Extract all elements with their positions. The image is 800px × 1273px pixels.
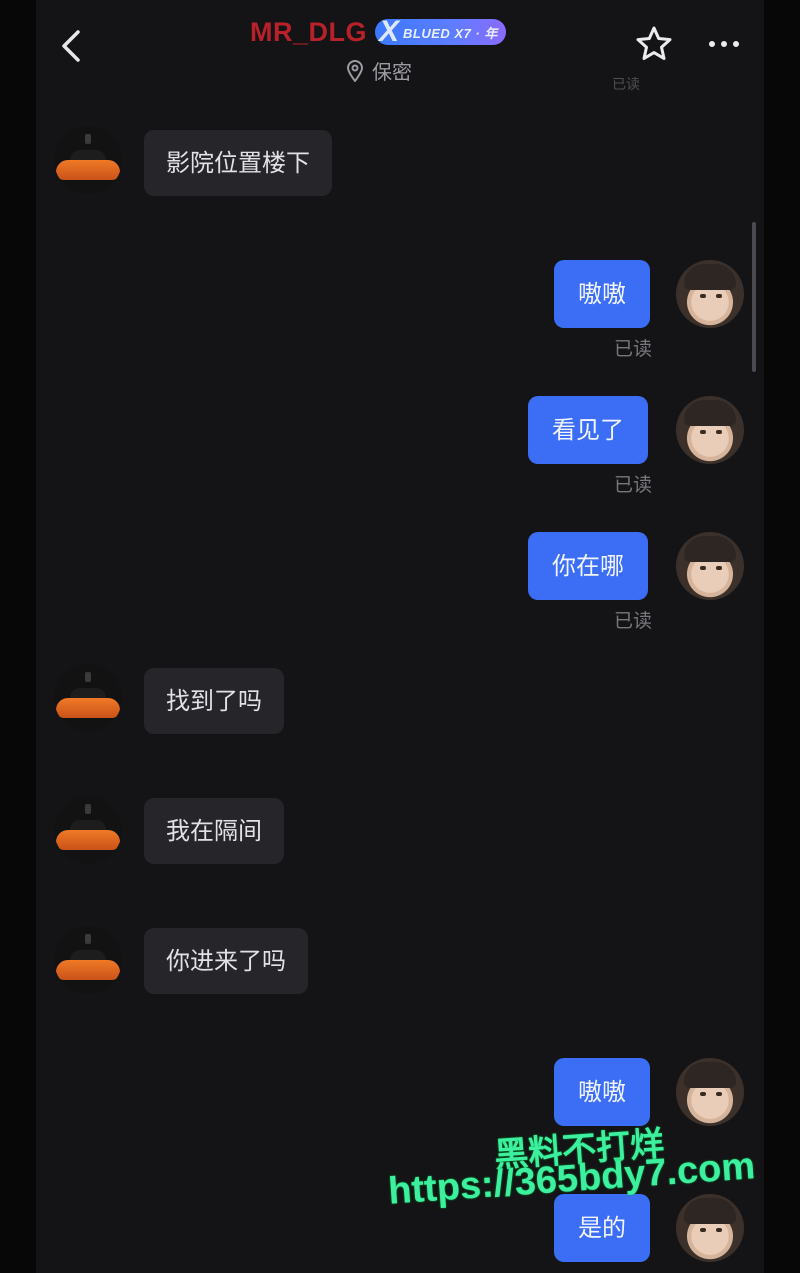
my-avatar[interactable] — [676, 532, 744, 600]
outgoing-message[interactable]: 嗷嗷 — [554, 1058, 650, 1126]
vip-x-mark: X — [379, 15, 400, 48]
my-avatar[interactable] — [676, 1194, 744, 1262]
star-icon[interactable] — [634, 24, 674, 64]
read-status: 已读 — [614, 610, 653, 632]
faded-read-status: 已读 — [612, 77, 640, 93]
more-dots-icon[interactable] — [706, 32, 742, 56]
my-avatar[interactable] — [676, 260, 744, 328]
incoming-message[interactable]: 我在隔间 — [144, 798, 284, 864]
incoming-message[interactable]: 影院位置楼下 — [144, 130, 332, 196]
chat-title[interactable]: MR_DLG X BLUED X7 · 年 — [250, 14, 506, 50]
outgoing-message[interactable]: 看见了 — [528, 396, 648, 464]
scrollbar[interactable] — [752, 222, 756, 372]
location-pin-icon — [346, 59, 364, 82]
read-status: 已读 — [614, 338, 653, 360]
location-row: 保密 — [346, 56, 412, 85]
username: MR_DLG — [250, 16, 367, 47]
contact-avatar[interactable] — [54, 926, 122, 994]
my-avatar[interactable] — [676, 1058, 744, 1126]
vip-badge-label: BLUED X7 · 年 — [403, 25, 498, 41]
outgoing-message[interactable]: 你在哪 — [528, 532, 648, 600]
vip-badge: X BLUED X7 · 年 — [375, 15, 506, 48]
my-avatar[interactable] — [676, 396, 744, 464]
chevron-left-icon[interactable] — [56, 26, 86, 66]
incoming-message[interactable]: 你进来了吗 — [144, 928, 308, 994]
read-status: 已读 — [614, 474, 653, 496]
right-letterbox — [764, 0, 800, 1273]
contact-avatar[interactable] — [54, 126, 122, 194]
outgoing-message[interactable]: 是的 — [554, 1194, 650, 1262]
left-letterbox — [0, 0, 36, 1273]
incoming-message[interactable]: 找到了吗 — [144, 668, 284, 734]
contact-avatar[interactable] — [54, 664, 122, 732]
contact-avatar[interactable] — [54, 796, 122, 864]
location-text: 保密 — [372, 60, 412, 84]
outgoing-message[interactable]: 嗷嗷 — [554, 260, 650, 328]
